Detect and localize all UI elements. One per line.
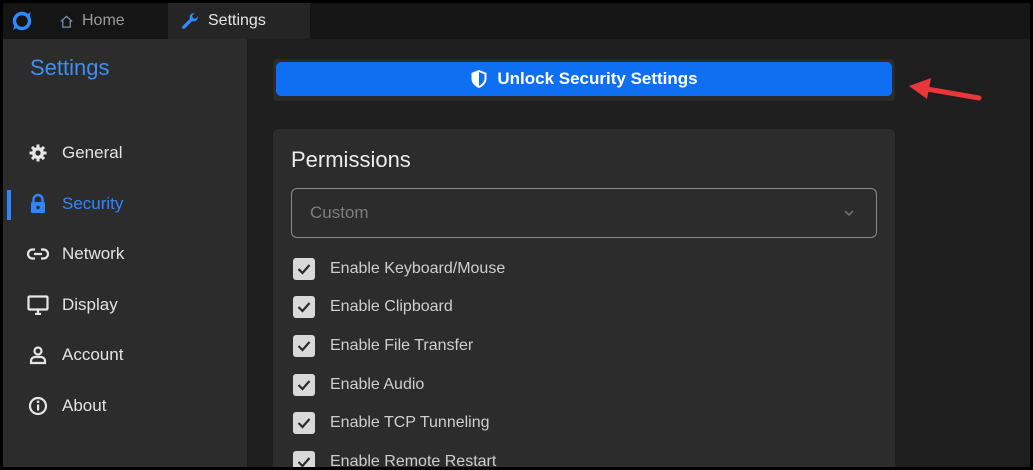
- sidebar-item-label: Network: [62, 244, 125, 263]
- check-icon: [297, 341, 311, 352]
- main-content: Unlock Security Settings Permissions Cus…: [249, 39, 1030, 470]
- checkbox[interactable]: [293, 412, 315, 434]
- sidebar-item-label: Display: [62, 295, 118, 314]
- permissions-title: Permissions: [291, 147, 411, 172]
- permission-option-tcp-tunneling: Enable TCP Tunneling: [293, 410, 490, 436]
- permission-option-label: Enable File Transfer: [330, 337, 474, 354]
- info-icon: [27, 395, 49, 417]
- permission-option-label: Enable Remote Restart: [330, 453, 497, 470]
- title-bar: Home Settings: [3, 3, 1030, 39]
- checkbox[interactable]: [293, 335, 315, 357]
- home-icon: [59, 14, 74, 29]
- tab-settings[interactable]: Settings: [168, 3, 310, 39]
- gear-icon: [27, 142, 49, 164]
- unlock-security-settings-button[interactable]: Unlock Security Settings: [276, 62, 892, 96]
- app-logo-icon: [12, 11, 32, 31]
- sidebar-item-about[interactable]: About: [3, 382, 247, 430]
- permission-preset-dropdown[interactable]: Custom: [291, 188, 877, 238]
- permission-option-file-transfer: Enable File Transfer: [293, 333, 473, 359]
- monitor-icon: [27, 294, 49, 316]
- tab-home-label: Home: [82, 12, 125, 29]
- app-window: Home Settings Settings General Security …: [0, 0, 1033, 470]
- sidebar-item-label: About: [62, 396, 107, 415]
- check-icon: [297, 418, 311, 429]
- wrench-icon: [180, 11, 200, 31]
- sidebar-item-label: General: [62, 143, 123, 162]
- permission-option-label: Enable Keyboard/Mouse: [330, 260, 506, 277]
- checkbox[interactable]: [293, 258, 315, 280]
- permission-option-audio: Enable Audio: [293, 372, 424, 398]
- checkbox[interactable]: [293, 296, 315, 318]
- sidebar-item-security[interactable]: Security: [3, 180, 247, 228]
- permission-preset-value: Custom: [310, 203, 369, 222]
- sidebar: Settings General Security Network Displa…: [3, 39, 248, 467]
- permission-option-label: Enable Audio: [330, 376, 425, 393]
- permissions-panel: Permissions Custom Enable Keyboard/Mouse…: [273, 129, 895, 470]
- sidebar-item-label: Account: [62, 345, 124, 364]
- checkbox[interactable]: [293, 374, 315, 396]
- lock-icon: [27, 193, 49, 215]
- unlock-button-label: Unlock Security Settings: [497, 69, 698, 88]
- sidebar-item-general[interactable]: General: [3, 129, 247, 177]
- check-icon: [297, 380, 311, 391]
- sidebar-item-network[interactable]: Network: [3, 230, 247, 278]
- sidebar-item-display[interactable]: Display: [3, 281, 247, 329]
- sidebar-title: Settings: [30, 55, 110, 80]
- permission-option-label: Enable TCP Tunneling: [330, 414, 490, 431]
- check-icon: [297, 264, 311, 275]
- permission-option-clipboard: Enable Clipboard: [293, 294, 453, 320]
- sidebar-item-account[interactable]: Account: [3, 331, 247, 379]
- permission-option-label: Enable Clipboard: [330, 298, 453, 315]
- sidebar-item-label: Security: [62, 194, 124, 213]
- check-icon: [297, 302, 311, 313]
- check-icon: [297, 457, 311, 467]
- tab-settings-label: Settings: [208, 12, 266, 29]
- annotation-arrow-icon: [909, 78, 982, 101]
- checkbox[interactable]: [293, 451, 315, 467]
- link-icon: [27, 243, 49, 265]
- shield-icon: [470, 69, 488, 89]
- unlock-button-container: Unlock Security Settings: [273, 59, 895, 101]
- permission-option-keyboard-mouse: Enable Keyboard/Mouse: [293, 256, 505, 282]
- user-icon: [27, 344, 49, 366]
- chevron-down-icon: [844, 210, 854, 217]
- tab-home[interactable]: Home: [43, 3, 168, 39]
- permission-option-remote-restart: Enable Remote Restart: [293, 449, 497, 470]
